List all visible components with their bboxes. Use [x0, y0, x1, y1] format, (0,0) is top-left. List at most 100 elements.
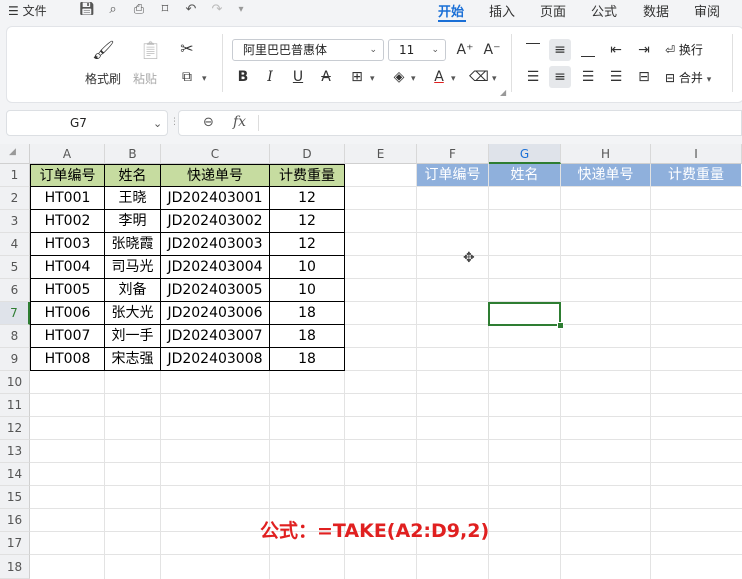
cell-c3[interactable]: JD202403002 [161, 210, 270, 233]
row-header-4[interactable]: 4 [0, 233, 30, 256]
select-all-corner[interactable]: ◢ [0, 144, 30, 164]
paste-button[interactable]: 粘贴 [133, 70, 157, 87]
row-header-9[interactable]: 9 [0, 348, 30, 371]
tab-home[interactable]: 开始 [438, 1, 464, 20]
column-header-c[interactable]: C [161, 144, 270, 164]
cell-a8[interactable]: HT007 [30, 325, 105, 348]
cell-a5[interactable]: HT004 [30, 256, 105, 279]
column-header-h[interactable]: H [561, 144, 651, 164]
cell-a2[interactable]: HT001 [30, 187, 105, 210]
fill-handle[interactable] [557, 322, 564, 329]
name-box[interactable]: G7 ⌄ [6, 110, 168, 136]
print-icon[interactable]: ⎙ [130, 1, 148, 19]
cell-a3[interactable]: HT002 [30, 210, 105, 233]
row-header-3[interactable]: 3 [0, 210, 30, 233]
print-preview-icon[interactable]: ⌑ [156, 1, 174, 19]
fill-color-dropdown-icon[interactable]: ▾ [411, 74, 416, 84]
column-header-b[interactable]: B [105, 144, 161, 164]
copy-icon[interactable]: ⧉ [176, 66, 198, 88]
row-header-11[interactable]: 11 [0, 394, 30, 417]
strikethrough-icon[interactable]: A [315, 66, 337, 88]
font-dialog-launcher-icon[interactable]: ◢ [500, 88, 506, 97]
undo-icon[interactable]: ↶ [182, 1, 200, 19]
align-left-icon[interactable]: ☰ [522, 66, 544, 88]
cell-d4[interactable]: 12 [270, 233, 345, 256]
cell-b7[interactable]: 张大光 [105, 302, 161, 325]
cell-f1[interactable]: 订单编号 [417, 164, 488, 186]
font-color-dropdown-icon[interactable]: ▾ [451, 74, 456, 84]
row-header-18[interactable]: 18 [0, 555, 30, 579]
cut-icon[interactable]: ✂ [176, 38, 198, 60]
column-header-a[interactable]: A [30, 144, 105, 164]
cell-a6[interactable]: HT005 [30, 279, 105, 302]
borders-icon[interactable]: ⊞ [346, 66, 368, 88]
cell-c7[interactable]: JD202403006 [161, 302, 270, 325]
column-header-i[interactable]: I [651, 144, 742, 164]
align-bottom-icon[interactable]: ⎽ [577, 39, 599, 61]
increase-indent-icon[interactable]: ⇥ [633, 39, 655, 61]
zoom-icon[interactable]: ⊖ [203, 115, 214, 130]
cell-d2[interactable]: 12 [270, 187, 345, 210]
increase-font-size-icon[interactable]: A⁺ [454, 39, 476, 61]
cell-d5[interactable]: 10 [270, 256, 345, 279]
cell-b2[interactable]: 王晓 [105, 187, 161, 210]
cell-d9[interactable]: 18 [270, 348, 345, 371]
redo-icon[interactable]: ↷ [208, 1, 226, 19]
tab-formulas[interactable]: 公式 [591, 1, 617, 20]
cell-d1[interactable]: 计费重量 [270, 164, 345, 187]
cell-b8[interactable]: 刘一手 [105, 325, 161, 348]
cell-h1[interactable]: 快递单号 [561, 164, 650, 186]
underline-icon[interactable]: U [287, 66, 309, 88]
decrease-indent-icon[interactable]: ⇤ [605, 39, 627, 61]
fill-color-icon[interactable]: ◈ [388, 66, 410, 88]
row-header-2[interactable]: 2 [0, 187, 30, 210]
file-menu[interactable]: ☰ 文件 [8, 2, 47, 19]
column-header-d[interactable]: D [270, 144, 345, 164]
cell-i1[interactable]: 计费重量 [651, 164, 741, 186]
cell-b3[interactable]: 李明 [105, 210, 161, 233]
row-header-13[interactable]: 13 [0, 440, 30, 463]
cell-b4[interactable]: 张晓霞 [105, 233, 161, 256]
row-header-7[interactable]: 7 [0, 302, 30, 325]
align-top-icon[interactable]: ⎺ [522, 39, 544, 61]
align-middle-icon[interactable]: ≡ [549, 39, 571, 61]
font-name-select[interactable]: 阿里巴巴普惠体 ⌄ [232, 39, 384, 61]
clear-format-icon[interactable]: ⌫ [468, 66, 490, 88]
selected-cell-g7[interactable] [488, 302, 561, 326]
cell-g1[interactable]: 姓名 [489, 164, 560, 186]
cell-b5[interactable]: 司马光 [105, 256, 161, 279]
cell-d6[interactable]: 10 [270, 279, 345, 302]
tab-review[interactable]: 审阅 [694, 1, 720, 20]
save-icon[interactable]: 💾︎ [78, 1, 96, 19]
row-header-1[interactable]: 1 [0, 164, 30, 187]
wrap-text-button[interactable]: ⏎ 换行 [665, 41, 703, 58]
font-color-icon[interactable]: A [428, 66, 450, 88]
justify-icon[interactable]: ☰ [605, 66, 627, 88]
share-icon[interactable]: ⌕ [104, 1, 122, 19]
quick-access-dropdown-icon[interactable]: ▾ [232, 1, 250, 19]
cell-b1[interactable]: 姓名 [105, 164, 161, 187]
row-header-8[interactable]: 8 [0, 325, 30, 348]
align-center-icon[interactable]: ≡ [549, 66, 571, 88]
row-header-14[interactable]: 14 [0, 463, 30, 486]
row-header-12[interactable]: 12 [0, 417, 30, 440]
cell-b6[interactable]: 刘备 [105, 279, 161, 302]
merge-cells-button[interactable]: ⊟ 合并 ▾ [665, 69, 711, 86]
distributed-align-icon[interactable]: ⊟ [633, 66, 655, 88]
column-header-f[interactable]: F [417, 144, 489, 164]
cell-b9[interactable]: 宋志强 [105, 348, 161, 371]
cell-c4[interactable]: JD202403003 [161, 233, 270, 256]
cell-a4[interactable]: HT003 [30, 233, 105, 256]
copy-dropdown-icon[interactable]: ▾ [202, 74, 207, 84]
cell-c8[interactable]: JD202403007 [161, 325, 270, 348]
bold-icon[interactable]: B [232, 66, 254, 88]
row-header-5[interactable]: 5 [0, 256, 30, 279]
clear-dropdown-icon[interactable]: ▾ [492, 74, 497, 84]
row-header-10[interactable]: 10 [0, 371, 30, 394]
column-header-e[interactable]: E [345, 144, 417, 164]
cell-c2[interactable]: JD202403001 [161, 187, 270, 210]
cell-a7[interactable]: HT006 [30, 302, 105, 325]
tab-insert[interactable]: 插入 [489, 1, 515, 20]
borders-dropdown-icon[interactable]: ▾ [370, 74, 375, 84]
cell-c9[interactable]: JD202403008 [161, 348, 270, 371]
